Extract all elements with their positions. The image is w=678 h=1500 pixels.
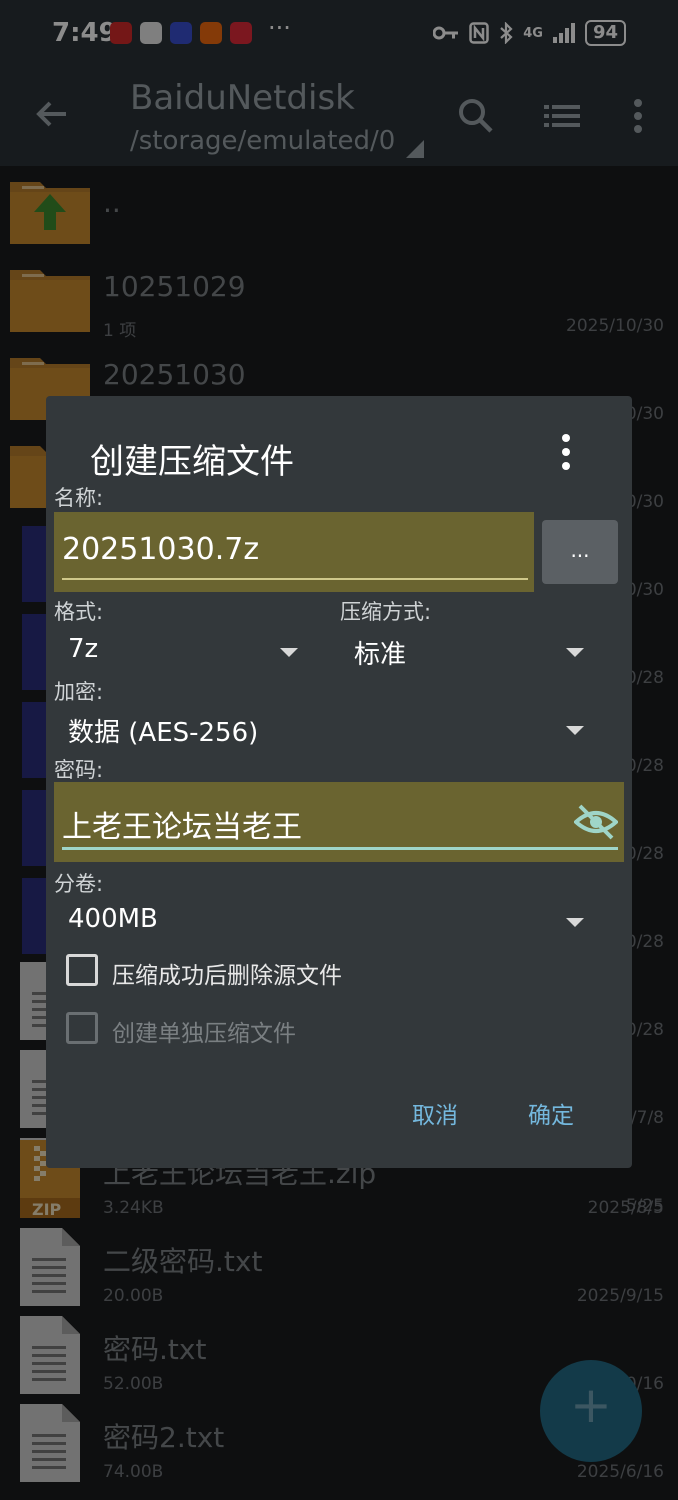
password-label: 密码:: [54, 758, 104, 782]
chevron-down-icon: [280, 648, 298, 657]
chevron-down-icon: [566, 918, 584, 927]
browse-button[interactable]: ...: [542, 520, 618, 584]
cancel-button[interactable]: 取消: [412, 1096, 458, 1130]
archive-name-value: 20251030.7z: [62, 532, 260, 567]
hide-password-icon[interactable]: [574, 802, 618, 842]
name-underline: [62, 578, 528, 580]
compression-method-value: 标准: [354, 640, 407, 670]
delete-source-label[interactable]: 压缩成功后删除源文件: [112, 956, 342, 990]
delete-source-checkbox[interactable]: [66, 954, 98, 986]
chevron-down-icon: [566, 648, 584, 657]
split-volume-select[interactable]: 400MB: [54, 900, 592, 944]
split-volume-label: 分卷:: [54, 872, 104, 896]
name-label: 名称:: [54, 486, 104, 510]
dialog-title: 创建压缩文件: [90, 442, 294, 482]
password-value: 上老王论坛当老王: [62, 810, 302, 845]
format-label: 格式:: [54, 600, 104, 624]
password-underline: [62, 847, 618, 850]
compression-method-select[interactable]: 标准: [340, 630, 592, 674]
separate-archives-checkbox[interactable]: [66, 1012, 98, 1044]
format-value: 7z: [68, 634, 99, 664]
encryption-value: 数据 (AES-256): [68, 718, 259, 748]
dialog-more-icon[interactable]: [556, 432, 576, 472]
ok-button[interactable]: 确定: [528, 1096, 574, 1130]
create-archive-dialog: 创建压缩文件 名称: 20251030.7z ... 格式: 压缩方式: 7z …: [46, 396, 632, 1168]
chevron-down-icon: [566, 726, 584, 735]
compression-method-label: 压缩方式:: [340, 600, 432, 624]
format-select[interactable]: 7z: [54, 630, 306, 674]
password-input[interactable]: 上老王论坛当老王: [54, 782, 624, 862]
encryption-label: 加密:: [54, 680, 104, 704]
split-volume-value: 400MB: [68, 904, 158, 934]
archive-name-input[interactable]: 20251030.7z: [54, 512, 534, 592]
separate-archives-label[interactable]: 创建单独压缩文件: [112, 1014, 296, 1048]
encryption-select[interactable]: 数据 (AES-256): [54, 708, 592, 752]
